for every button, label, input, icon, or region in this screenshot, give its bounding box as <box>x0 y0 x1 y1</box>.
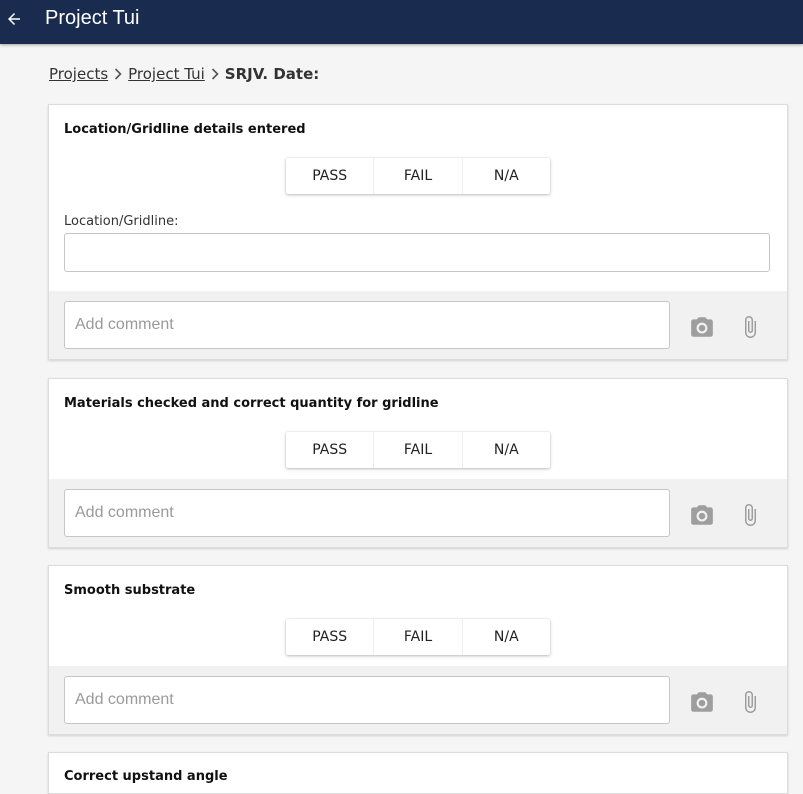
na-button[interactable]: N/A <box>463 158 550 194</box>
camera-button[interactable] <box>688 501 716 529</box>
comment-bar: Add comment <box>49 479 787 547</box>
checklist-card: Location/Gridline details entered PASS F… <box>48 104 788 360</box>
camera-button[interactable] <box>688 688 716 716</box>
card-title: Location/Gridline details entered <box>64 122 306 137</box>
field-label: Location/Gridline: <box>64 214 179 229</box>
checklist-card: Correct upstand angle <box>48 752 788 794</box>
comment-input[interactable]: Add comment <box>64 301 670 349</box>
comment-input[interactable]: Add comment <box>64 489 670 537</box>
arrow-left-icon <box>8 13 20 25</box>
pass-fail-na-toggle: PASS FAIL N/A <box>286 619 550 655</box>
card-title: Materials checked and correct quantity f… <box>64 396 439 411</box>
camera-button[interactable] <box>688 313 716 341</box>
breadcrumb-project-link[interactable]: Project Tui <box>128 65 205 83</box>
fail-button[interactable]: FAIL <box>374 619 463 655</box>
card-title: Correct upstand angle <box>64 769 228 784</box>
pass-fail-na-toggle: PASS FAIL N/A <box>286 158 550 194</box>
fail-button[interactable]: FAIL <box>374 432 463 468</box>
pass-fail-na-toggle: PASS FAIL N/A <box>286 432 550 468</box>
attach-button[interactable] <box>736 688 764 716</box>
camera-icon <box>691 505 713 525</box>
attach-button[interactable] <box>736 313 764 341</box>
chevron-right-icon <box>211 68 219 80</box>
comment-bar: Add comment <box>49 291 787 359</box>
camera-icon <box>691 317 713 337</box>
app-title: Project Tui <box>45 7 140 29</box>
paperclip-icon <box>745 504 756 526</box>
attach-button[interactable] <box>736 501 764 529</box>
pass-button[interactable]: PASS <box>286 158 375 194</box>
checklist-card: Materials checked and correct quantity f… <box>48 378 788 548</box>
back-button[interactable] <box>0 0 28 38</box>
camera-icon <box>691 692 713 712</box>
location-gridline-input[interactable] <box>64 233 770 272</box>
fail-button[interactable]: FAIL <box>374 158 463 194</box>
comment-input[interactable]: Add comment <box>64 676 670 724</box>
na-button[interactable]: N/A <box>463 619 550 655</box>
checklist-card: Smooth substrate PASS FAIL N/A Add comme… <box>48 565 788 735</box>
breadcrumb-projects-link[interactable]: Projects <box>49 65 108 83</box>
pass-button[interactable]: PASS <box>286 432 375 468</box>
paperclip-icon <box>745 316 756 338</box>
chevron-right-icon <box>114 68 122 80</box>
app-bar: Project Tui <box>0 0 803 44</box>
breadcrumb: Projects Project Tui SRJV. Date: <box>49 64 319 84</box>
pass-button[interactable]: PASS <box>286 619 375 655</box>
breadcrumb-current: SRJV. Date: <box>224 65 320 83</box>
paperclip-icon <box>745 691 756 713</box>
comment-bar: Add comment <box>49 666 787 734</box>
na-button[interactable]: N/A <box>463 432 550 468</box>
card-title: Smooth substrate <box>64 583 196 598</box>
